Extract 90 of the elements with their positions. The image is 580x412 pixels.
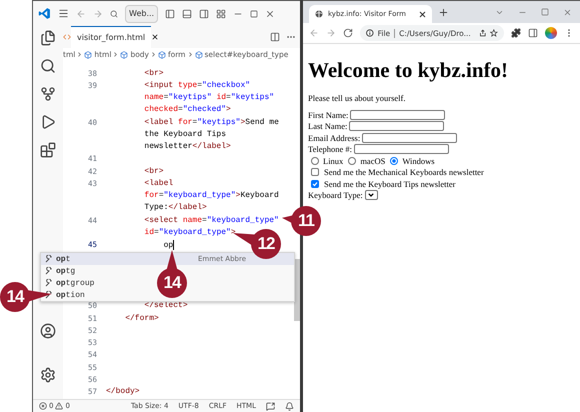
- field-label: First Name:: [308, 110, 348, 120]
- chevron-icon: [186, 51, 194, 58]
- code-line: </body>: [105, 387, 140, 396]
- split-editor-icon[interactable]: [270, 32, 280, 42]
- dropdown-select[interactable]: [364, 190, 378, 200]
- code-line: for="keyboard_type">Keyboard: [143, 191, 279, 200]
- suggestion-label: option: [56, 290, 85, 300]
- vscode-logo: [38, 7, 51, 20]
- code-line: op: [162, 240, 174, 250]
- share-icon[interactable]: [478, 29, 486, 37]
- star-icon[interactable]: [490, 29, 498, 37]
- suggestion-label: optgroup: [56, 278, 94, 288]
- close-icon[interactable]: [151, 33, 160, 41]
- close-icon[interactable]: [265, 8, 276, 18]
- chevron-down-icon: [368, 193, 374, 198]
- radio-button[interactable]: [390, 156, 398, 165]
- feedback-icon[interactable]: [266, 402, 275, 410]
- account-icon[interactable]: [40, 323, 56, 339]
- radio-button[interactable]: [311, 156, 319, 165]
- search-icon[interactable]: [40, 58, 56, 74]
- suggestion-label: opt: [56, 254, 70, 264]
- checkbox-label: Send me the Mechanical Keyboards newsletter: [324, 167, 484, 178]
- code-line: checked="checked">: [143, 105, 231, 114]
- info-icon: [366, 29, 374, 37]
- extensions-icon[interactable]: [40, 142, 56, 158]
- maximize-icon[interactable]: [250, 10, 258, 18]
- files-icon[interactable]: [40, 30, 56, 46]
- panel-bottom-icon[interactable]: [182, 8, 192, 18]
- settings-icon[interactable]: [40, 367, 56, 383]
- globe-icon: [315, 10, 323, 18]
- code-line: <br>: [143, 166, 164, 176]
- close-icon[interactable]: [419, 10, 426, 18]
- text-input[interactable]: [350, 110, 446, 120]
- chevron-icon: [112, 51, 120, 58]
- select-label: Keyboard Type:: [308, 190, 363, 200]
- checkbox-label: Send me the Keyboard Tips newsletter: [324, 178, 456, 189]
- element-icon: [84, 50, 92, 58]
- extensions-icon[interactable]: [511, 28, 521, 38]
- suggestion-item[interactable]: optgroup: [41, 277, 98, 289]
- editor-tab[interactable]: visitor_form.html: [71, 26, 152, 48]
- field-label: Telephone #:: [308, 144, 352, 154]
- code-line: Type:</label>: [143, 203, 207, 212]
- code-line: the Keyboard Tips: [143, 130, 226, 139]
- suggestion-label: optg: [56, 266, 76, 276]
- run-debug-icon[interactable]: [40, 114, 56, 130]
- intro-text: Please tell us about yourself.: [308, 93, 406, 103]
- search-icon[interactable]: [110, 10, 118, 18]
- code-line: </form>: [124, 314, 159, 323]
- error-icon[interactable]: [39, 402, 47, 410]
- warning-icon[interactable]: [55, 402, 64, 410]
- field-label: Last Name:: [308, 121, 348, 132]
- radio-label: Windows: [402, 156, 435, 166]
- layout-grid-icon[interactable]: [216, 8, 226, 18]
- chevron-icon: [150, 51, 157, 58]
- page-heading: Welcome to kybz.info!: [308, 58, 510, 83]
- code-line: <br>: [143, 68, 164, 78]
- source-control-icon[interactable]: [40, 86, 56, 102]
- panel-left-icon[interactable]: [165, 8, 176, 18]
- reload-icon[interactable]: [343, 28, 353, 38]
- bell-icon[interactable]: [285, 402, 294, 410]
- checkbox[interactable]: [311, 168, 319, 176]
- radio-button[interactable]: [348, 156, 356, 165]
- callout-badge: 14: [0, 282, 30, 312]
- new-tab-icon[interactable]: [438, 6, 449, 18]
- element-icon: [194, 50, 202, 58]
- menu-icon[interactable]: [58, 8, 69, 19]
- element-icon: [120, 50, 128, 58]
- code-icon: [63, 33, 71, 41]
- code-line: id="keyboard_type">: [143, 228, 236, 237]
- text-input[interactable]: [354, 144, 450, 154]
- panel-right-icon[interactable]: [199, 8, 210, 18]
- side-panel-icon[interactable]: [528, 28, 538, 38]
- radio-label: Linux: [323, 156, 344, 166]
- code-line: <label for="keytips">Send me: [143, 118, 279, 127]
- command-center-search[interactable]: Web...: [125, 4, 158, 22]
- code-line: newsletter</label>: [143, 142, 231, 152]
- radio-label: macOS: [360, 156, 386, 166]
- text-input[interactable]: [362, 132, 458, 143]
- code-line: </select>: [143, 301, 188, 310]
- chevron-icon: [76, 51, 84, 58]
- code-line: <select name="keyboard_type": [143, 216, 279, 225]
- field-label: Email Address:: [308, 132, 360, 143]
- profile-avatar[interactable]: [545, 27, 557, 39]
- code-line: name="keytips" id="keytips": [143, 93, 274, 102]
- code-line: <input type="checkbox": [143, 80, 250, 90]
- element-icon: [158, 50, 166, 58]
- suggestion-item[interactable]: optg: [41, 265, 80, 277]
- checkbox[interactable]: [311, 180, 319, 188]
- code-line: <label: [143, 178, 174, 188]
- text-input[interactable]: [349, 121, 444, 132]
